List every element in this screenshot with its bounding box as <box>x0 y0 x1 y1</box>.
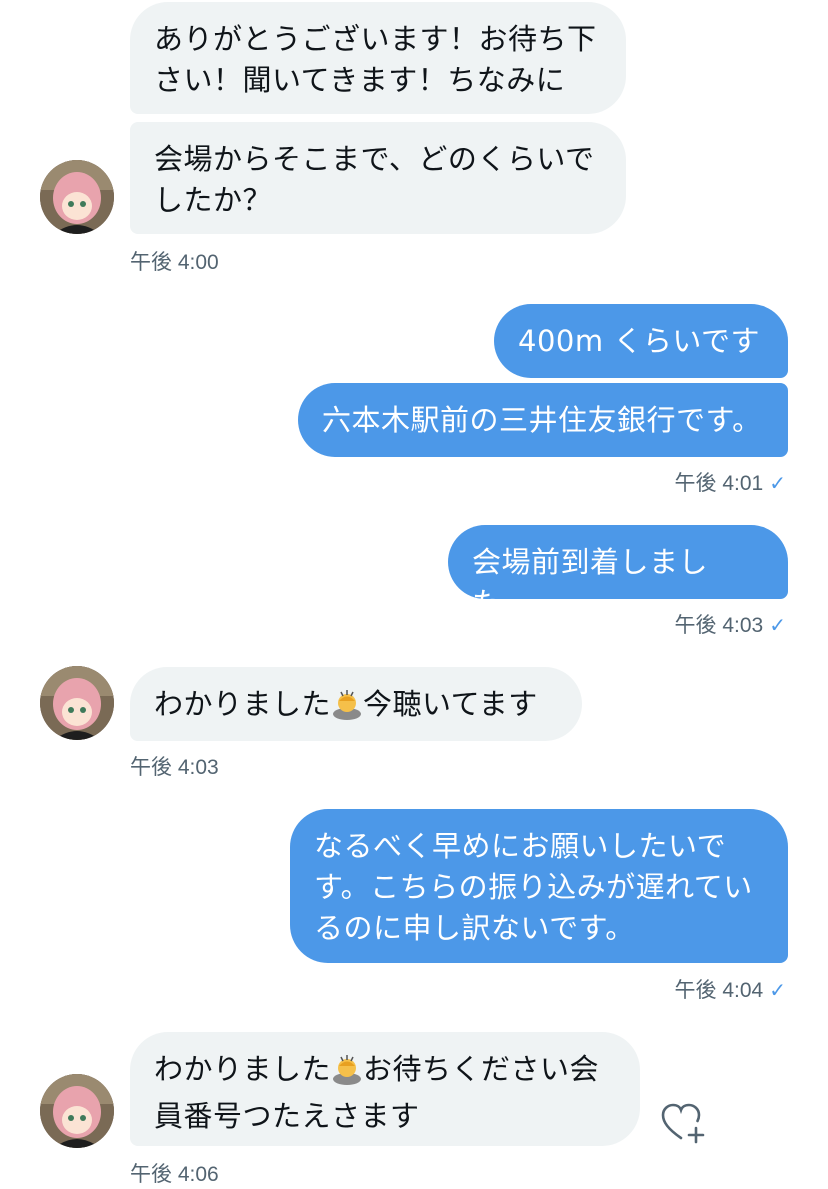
timestamp-text: 午後 4:04 <box>674 979 764 1002</box>
avatar-image <box>40 666 114 740</box>
message-text-line: わかりました お待ちください会 <box>154 1049 616 1096</box>
message-text: 今聴いてます <box>363 687 538 721</box>
message-text-line: す。こちらの振り込みが遅れてい <box>314 870 753 904</box>
message-text: わかりました <box>154 1052 332 1086</box>
message-bubble-incoming[interactable]: 会場からそこまで、どのくらいで したか？ <box>130 122 626 234</box>
timestamp: 午後 4:03 <box>130 756 219 779</box>
message-bubble-incoming[interactable]: わかりました お待ちください会 員番号つたえさます <box>130 1032 640 1146</box>
checkmark-icon: ✓ <box>769 615 786 637</box>
timestamp: 午後 4:04 ✓ <box>675 974 786 1004</box>
message-text-line: るのに申し訳ないです。 <box>314 911 635 945</box>
checkmark-icon: ✓ <box>769 473 786 495</box>
avatar[interactable] <box>40 160 114 234</box>
message-bubble-incoming[interactable]: ありがとうございます！お待ち下 さい！聞いてきます！ちなみに <box>130 2 626 114</box>
message-bubble-outgoing[interactable]: 六本木駅前の三井住友銀行です。 <box>298 383 788 457</box>
timestamp: 午後 4:03 ✓ <box>675 609 786 639</box>
timestamp-text: 午後 4:01 <box>674 472 764 495</box>
avatar[interactable] <box>40 666 114 740</box>
checkmark-icon: ✓ <box>769 980 786 1002</box>
timestamp: 午後 4:01 ✓ <box>675 467 786 497</box>
message-text-line: 員番号つたえさます <box>154 1099 420 1133</box>
message-text-line: なるべく早めにお願いしたいで <box>314 829 727 863</box>
message-text: お待ちください会 <box>363 1052 600 1086</box>
timestamp: 午後 4:00 <box>130 251 219 274</box>
avatar[interactable] <box>40 1074 114 1148</box>
message-text-line: 400m くらいです <box>518 324 760 358</box>
person-bowing-emoji <box>331 688 363 731</box>
message-text-line: さい！聞いてきます！ちなみに <box>154 63 566 97</box>
message-text-line: 六本木駅前の三井住友銀行です。 <box>322 403 762 437</box>
person-bowing-emoji <box>331 1053 363 1096</box>
avatar-image <box>40 160 114 234</box>
timestamp-text: 午後 4:03 <box>674 614 764 637</box>
timestamp: 午後 4:06 <box>130 1163 219 1186</box>
message-text-line: ありがとうございます！お待ち下 <box>154 22 597 56</box>
message-bubble-outgoing[interactable]: 400m くらいです <box>494 304 788 378</box>
message-text-line: 会場からそこまで、どのくらいで <box>154 142 595 176</box>
message-text-line: したか？ <box>154 183 273 217</box>
message-bubble-outgoing[interactable]: 会場前到着しました。 <box>448 525 788 620</box>
message-bubble-outgoing[interactable]: なるべく早めにお願いしたいで す。こちらの振り込みが遅れてい るのに申し訳ないで… <box>290 809 788 963</box>
message-text: わかりました <box>154 687 332 721</box>
avatar-image <box>40 1074 114 1148</box>
add-reaction-heart-icon[interactable] <box>660 1102 706 1148</box>
message-bubble-incoming[interactable]: わかりました 今聴いてます <box>130 667 582 741</box>
